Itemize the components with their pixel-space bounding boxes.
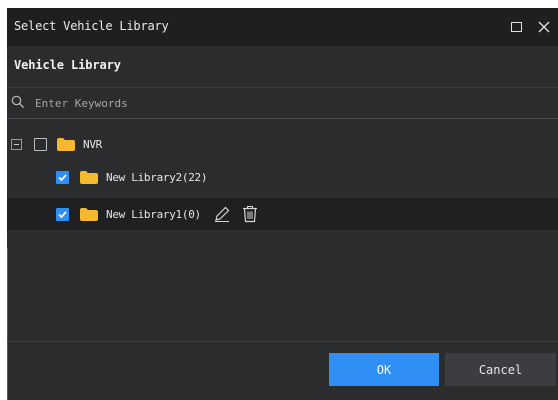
search-icon: [11, 95, 24, 108]
search-input[interactable]: [31, 92, 539, 114]
folder-icon: [80, 171, 98, 184]
folder-icon: [57, 138, 75, 151]
checkbox-nvr[interactable]: [34, 138, 47, 151]
divider: [7, 118, 558, 119]
tree-node-label: New Library1(0): [106, 208, 201, 221]
select-vehicle-library-dialog: Select Vehicle Library Vehicle Library E…: [7, 8, 558, 400]
tree-node-nvr[interactable]: NVR: [7, 134, 558, 156]
close-icon: [538, 21, 550, 33]
maximize-button[interactable]: [505, 16, 527, 38]
check-icon: [58, 211, 67, 219]
search-bar: [7, 89, 558, 117]
title-bar: Select Vehicle Library: [7, 8, 558, 46]
divider: [7, 341, 558, 342]
ok-button[interactable]: OK: [329, 353, 439, 386]
tree-node-new-library2[interactable]: New Library2(22): [7, 164, 558, 190]
checkbox-new-library2[interactable]: [56, 171, 69, 184]
section-header: Vehicle Library: [14, 58, 121, 72]
dialog-title: Select Vehicle Library: [14, 19, 169, 33]
delete-icon[interactable]: [241, 205, 259, 223]
close-button[interactable]: [533, 16, 555, 38]
cancel-button[interactable]: Cancel: [445, 353, 556, 386]
tree-node-new-library1[interactable]: New Library1(0): [7, 198, 558, 230]
divider: [7, 248, 8, 400]
checkbox-new-library1[interactable]: [56, 208, 69, 221]
collapse-toggle[interactable]: [11, 139, 22, 150]
check-icon: [58, 174, 67, 182]
folder-icon: [80, 208, 98, 221]
edit-icon[interactable]: [213, 205, 231, 223]
tree-node-label: New Library2(22): [106, 171, 208, 184]
divider: [7, 87, 558, 88]
tree-node-label: NVR: [83, 138, 102, 151]
minus-icon: [14, 144, 19, 145]
maximize-icon: [510, 22, 522, 32]
